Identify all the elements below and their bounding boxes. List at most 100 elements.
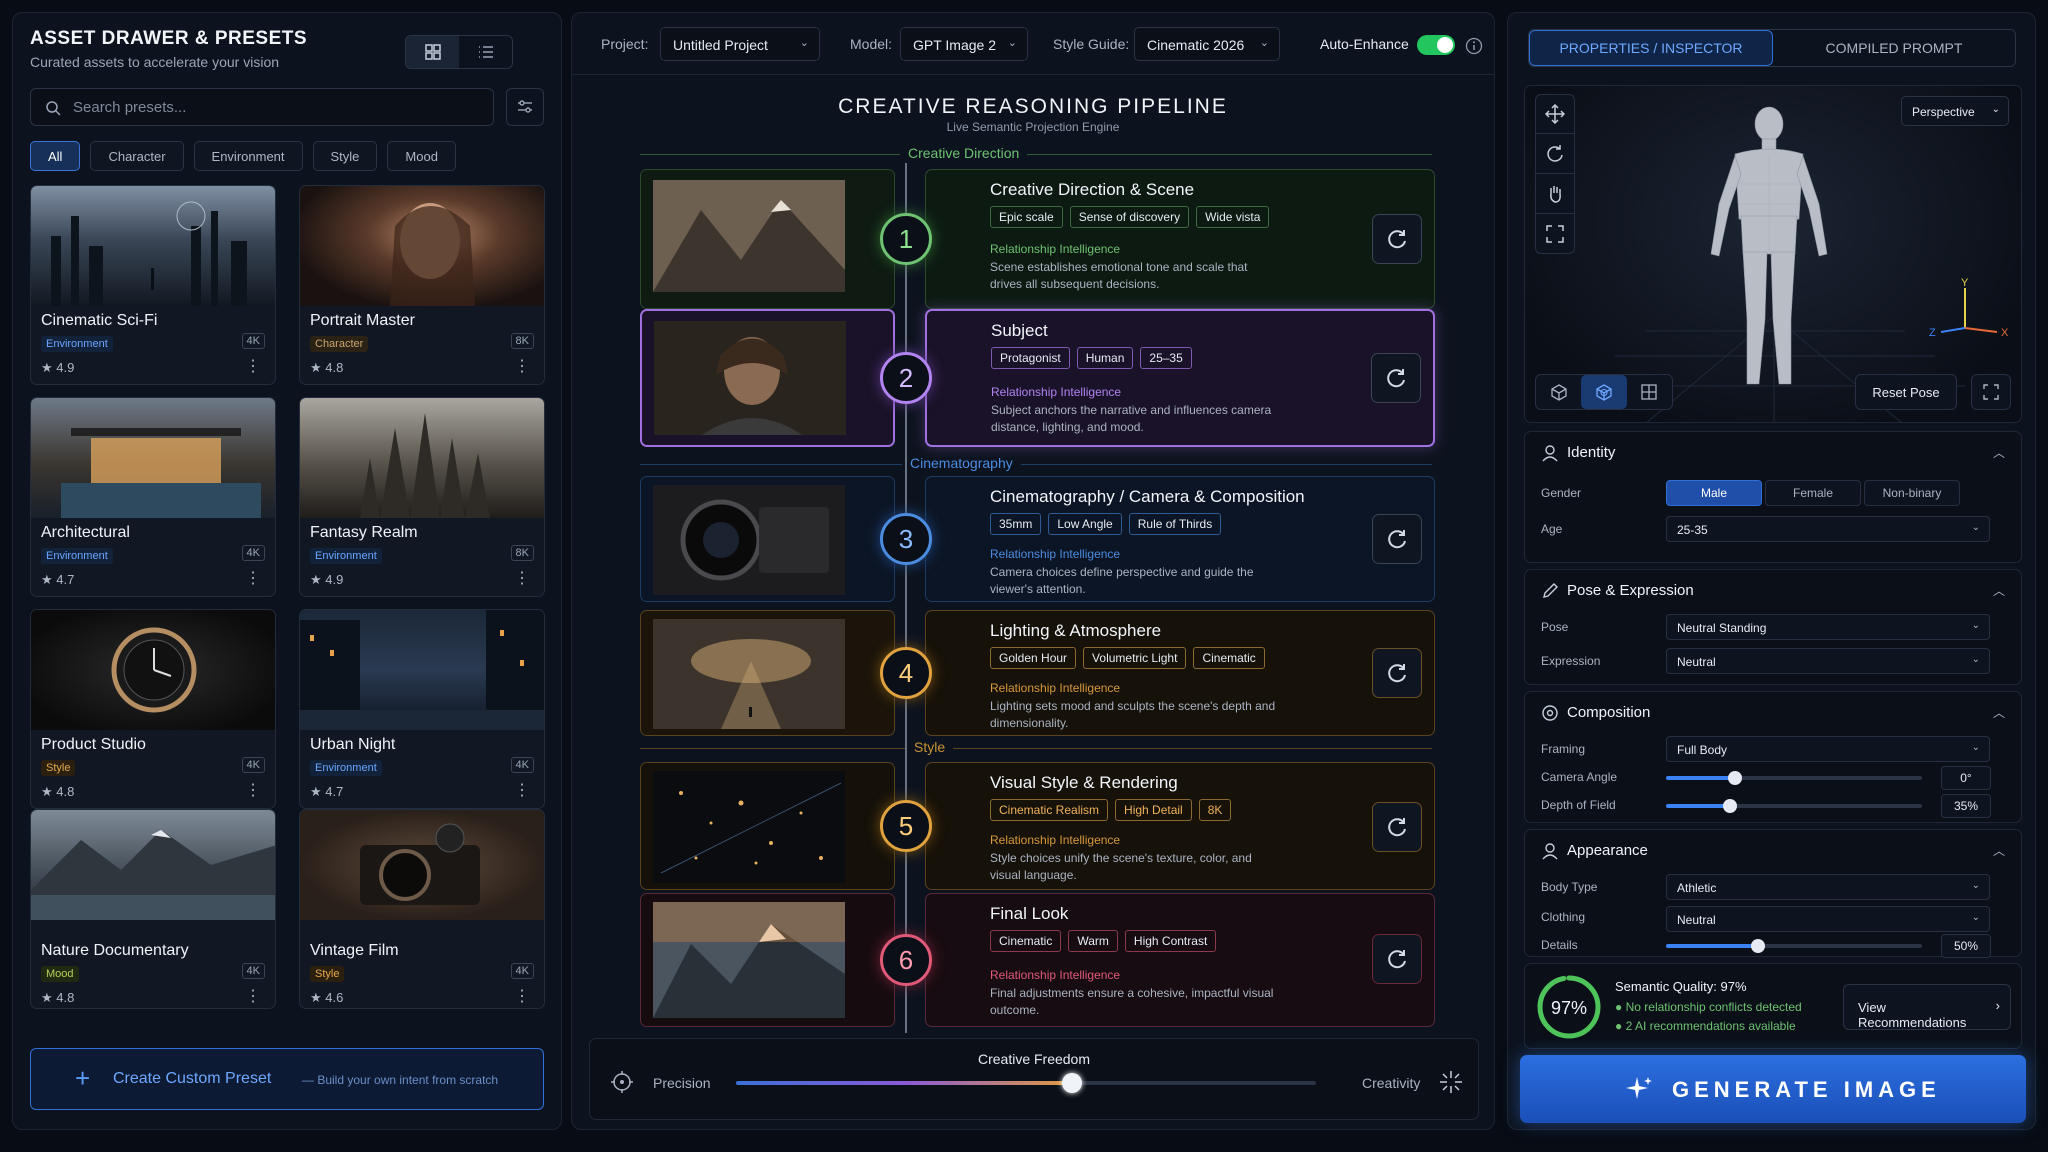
refresh-icon[interactable] xyxy=(1372,214,1422,264)
stage-tag[interactable]: Sense of discovery xyxy=(1069,206,1190,228)
slider-knob[interactable] xyxy=(1062,1073,1083,1093)
chip-environment[interactable]: Environment xyxy=(193,141,303,171)
gender-male[interactable]: Male xyxy=(1666,480,1762,506)
stage-tag[interactable]: 8K xyxy=(1198,799,1232,821)
more-options-icon[interactable]: ⋮ xyxy=(514,356,530,376)
filter-settings-button[interactable] xyxy=(506,88,544,126)
generate-image-button[interactable]: GENERATE IMAGE xyxy=(1520,1055,2026,1123)
stage-tag[interactable]: Low Angle xyxy=(1048,513,1122,535)
stage-tag[interactable]: Protagonist xyxy=(991,347,1070,369)
refresh-icon[interactable] xyxy=(1372,514,1422,564)
dof-slider[interactable] xyxy=(1666,799,1922,813)
view-recommendations-button[interactable]: View Recommendations › xyxy=(1843,984,2011,1030)
details-slider[interactable] xyxy=(1666,939,1922,953)
gender-female[interactable]: Female xyxy=(1765,480,1861,506)
camera-angle-slider[interactable] xyxy=(1666,771,1922,785)
clothing-select[interactable]: Neutral ⌄ xyxy=(1666,906,1990,932)
project-select[interactable]: Untitled Project ⌄ xyxy=(660,27,820,61)
grid-view-icon[interactable] xyxy=(406,36,459,68)
preset-card-nature-documentary[interactable]: Nature Documentary Mood 4K ★ 4.8 ⋮ xyxy=(30,809,276,1009)
style-guide-select[interactable]: Cinematic 2026 ⌄ xyxy=(1134,27,1280,61)
preset-card-fantasy-realm[interactable]: Fantasy Realm Environment 8K ★ 4.9 ⋮ xyxy=(299,397,545,597)
stage-6-card[interactable]: Final Look Cinematic Warm High Contrast … xyxy=(925,893,1435,1027)
preset-card-urban-night[interactable]: Urban Night Environment 4K ★ 4.7 ⋮ xyxy=(299,609,545,809)
stage-tag[interactable]: Human xyxy=(1076,347,1134,369)
stage-tag[interactable]: 35mm xyxy=(990,513,1042,535)
chevron-up-icon[interactable]: ︿ xyxy=(1993,704,2005,721)
more-options-icon[interactable]: ⋮ xyxy=(245,780,261,800)
more-options-icon[interactable]: ⋮ xyxy=(514,780,530,800)
chevron-up-icon[interactable]: ︿ xyxy=(1993,582,2005,599)
stage-tag[interactable]: Golden Hour xyxy=(990,647,1077,669)
slider-knob[interactable] xyxy=(1751,939,1766,953)
age-select[interactable]: 25-35 ⌄ xyxy=(1666,516,1990,542)
stage-2-card[interactable]: Subject Protagonist Human 25–35 Relation… xyxy=(925,309,1435,447)
preset-card-vintage-film[interactable]: Vintage Film Style 4K ★ 4.6 ⋮ xyxy=(299,809,545,1009)
chip-style[interactable]: Style xyxy=(312,141,378,171)
more-options-icon[interactable]: ⋮ xyxy=(514,568,530,588)
body-type-select[interactable]: Athletic ⌄ xyxy=(1666,874,1990,900)
slider-knob[interactable] xyxy=(1728,771,1743,785)
details-value[interactable]: 50% xyxy=(1941,934,1991,958)
identity-header[interactable]: Identity xyxy=(1541,444,1615,461)
dof-value[interactable]: 35% xyxy=(1941,794,1991,818)
stage-tag[interactable]: Warm xyxy=(1068,930,1118,952)
3d-viewport[interactable]: Perspective ⌄ Y X Z Reset Pose xyxy=(1524,85,2022,423)
list-view-icon[interactable] xyxy=(459,36,512,68)
chip-all[interactable]: All xyxy=(30,141,81,171)
preset-card-cinematic-sci-fi[interactable]: Cinematic Sci-Fi Environment 4K ★ 4.9 ⋮ xyxy=(30,185,276,385)
stage-tag[interactable]: High Contrast xyxy=(1124,930,1217,952)
tab-compiled-prompt[interactable]: COMPILED PROMPT xyxy=(1773,30,2015,66)
grid-icon[interactable] xyxy=(1627,375,1672,409)
more-options-icon[interactable]: ⋮ xyxy=(245,568,261,588)
tab-properties-inspector[interactable]: PROPERTIES / INSPECTOR xyxy=(1529,30,1773,66)
refresh-icon[interactable] xyxy=(1372,648,1422,698)
pose-header[interactable]: Pose & Expression xyxy=(1541,582,1694,599)
wireframe-cube-icon[interactable] xyxy=(1581,375,1627,409)
camera-angle-value[interactable]: 0° xyxy=(1941,766,1991,790)
chevron-up-icon[interactable]: ︿ xyxy=(1993,444,2005,461)
stage-tag[interactable]: Cinematic xyxy=(990,930,1062,952)
refresh-icon[interactable] xyxy=(1372,802,1422,852)
stage-tag[interactable]: High Detail xyxy=(1115,799,1192,821)
stage-3-card[interactable]: Cinematography / Camera & Composition 35… xyxy=(925,476,1435,602)
refresh-icon[interactable] xyxy=(1372,934,1422,984)
stage-tag[interactable]: Epic scale xyxy=(990,206,1063,228)
model-select[interactable]: GPT Image 2 ⌄ xyxy=(900,27,1028,61)
composition-header[interactable]: Composition xyxy=(1541,704,1650,721)
chevron-up-icon[interactable]: ︿ xyxy=(1993,842,2005,859)
refresh-icon[interactable] xyxy=(1371,353,1421,403)
slider-knob[interactable] xyxy=(1723,799,1737,813)
create-custom-preset-button[interactable]: + Create Custom Preset — Build your own … xyxy=(30,1048,544,1110)
stage-tag[interactable]: Cinematic Realism xyxy=(990,799,1109,821)
stage-tag[interactable]: Wide vista xyxy=(1196,206,1270,228)
more-options-icon[interactable]: ⋮ xyxy=(514,986,530,1006)
solid-cube-icon[interactable] xyxy=(1536,375,1581,409)
framing-select[interactable]: Full Body ⌄ xyxy=(1666,736,1990,762)
more-options-icon[interactable]: ⋮ xyxy=(245,356,261,376)
stage-5-card[interactable]: Visual Style & Rendering Cinematic Reali… xyxy=(925,762,1435,890)
preset-card-product-studio[interactable]: Product Studio Style 4K ★ 4.8 ⋮ xyxy=(30,609,276,809)
info-icon[interactable] xyxy=(1465,37,1483,55)
fullscreen-icon[interactable] xyxy=(1971,374,2011,410)
appearance-header[interactable]: Appearance xyxy=(1541,842,1648,859)
project-value: Untitled Project xyxy=(673,37,768,53)
more-options-icon[interactable]: ⋮ xyxy=(245,986,261,1006)
auto-enhance-toggle[interactable] xyxy=(1417,35,1455,55)
preset-card-architectural[interactable]: Architectural Environment 4K ★ 4.7 ⋮ xyxy=(30,397,276,597)
reset-pose-button[interactable]: Reset Pose xyxy=(1855,374,1957,410)
search-input[interactable]: Search presets... xyxy=(30,88,494,126)
stage-tag[interactable]: Volumetric Light xyxy=(1083,647,1187,669)
pose-select[interactable]: Neutral Standing ⌄ xyxy=(1666,614,1990,640)
stage-tag[interactable]: 25–35 xyxy=(1140,347,1192,369)
creative-freedom-slider[interactable] xyxy=(736,1073,1316,1093)
stage-4-card[interactable]: Lighting & Atmosphere Golden Hour Volume… xyxy=(925,610,1435,736)
stage-1-card[interactable]: Creative Direction & Scene Epic scale Se… xyxy=(925,169,1435,309)
chip-character[interactable]: Character xyxy=(90,141,184,171)
stage-tag[interactable]: Rule of Thirds xyxy=(1128,513,1222,535)
preset-card-portrait-master[interactable]: Portrait Master Character 8K ★ 4.8 ⋮ xyxy=(299,185,545,385)
gender-non-binary[interactable]: Non-binary xyxy=(1864,480,1960,506)
expression-select[interactable]: Neutral ⌄ xyxy=(1666,648,1990,674)
chip-mood[interactable]: Mood xyxy=(387,141,456,171)
stage-tag[interactable]: Cinematic xyxy=(1193,647,1265,669)
